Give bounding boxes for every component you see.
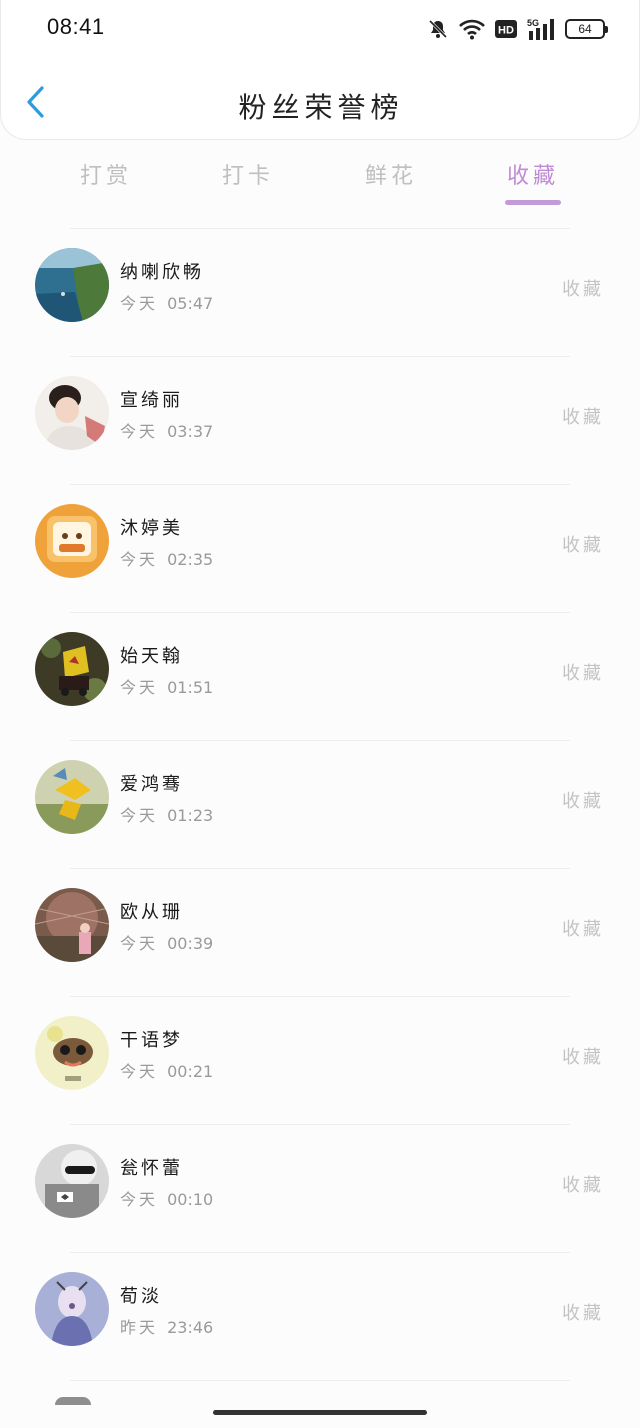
favorite-label: 收藏 (562, 791, 604, 812)
fan-time: 今天 00:21 (120, 1058, 213, 1082)
fan-name: 爱鸿骞 (120, 774, 183, 795)
avatar (35, 760, 109, 834)
favorite-label: 收藏 (562, 535, 604, 556)
bell-off-icon (427, 18, 449, 40)
fan-day: 今天 (120, 934, 159, 953)
fan-name: 沐婷美 (120, 518, 183, 539)
list-divider (70, 356, 570, 357)
signal-5g-icon: 5G (527, 17, 555, 41)
fan-time: 今天 05:47 (120, 290, 213, 314)
avatar (35, 1272, 109, 1346)
list-item[interactable]: 纳喇欣畅 今天 05:47 收藏 (0, 230, 640, 358)
list-divider (70, 612, 570, 613)
fan-clock: 00:21 (167, 1062, 214, 1081)
tab-flowers[interactable]: 鲜花 (331, 158, 451, 190)
home-indicator[interactable] (213, 1410, 427, 1415)
status-time: 08:41 (47, 14, 105, 39)
favorite-label: 收藏 (562, 1175, 604, 1196)
status-bar: 08:41 HD 5G 64 (1, 0, 640, 56)
page-title: 粉丝荣誉榜 (238, 91, 404, 124)
fan-day: 今天 (120, 422, 159, 441)
avatar (35, 1144, 109, 1218)
list-divider (70, 228, 570, 229)
fan-name: 瓮怀蕾 (120, 1158, 183, 1179)
list-item[interactable]: 干语梦 今天 00:21 收藏 (0, 998, 640, 1126)
fan-name: 始天翰 (120, 646, 183, 667)
list-divider (70, 1124, 570, 1125)
fan-clock: 03:37 (167, 422, 214, 441)
avatar (35, 632, 109, 706)
avatar (35, 888, 109, 962)
list-item[interactable]: 荀淡 昨天 23:46 收藏 (0, 1254, 640, 1382)
favorite-label: 收藏 (562, 407, 604, 428)
avatar (35, 504, 109, 578)
fan-clock: 01:23 (167, 806, 214, 825)
fan-day: 今天 (120, 678, 159, 697)
list-divider (70, 1380, 570, 1381)
favorite-label: 收藏 (562, 1303, 604, 1324)
tab-reward[interactable]: 打赏 (46, 158, 166, 190)
fan-clock: 23:46 (167, 1318, 214, 1337)
fan-time: 昨天 23:46 (120, 1314, 213, 1338)
fan-day: 昨天 (120, 1318, 159, 1337)
tab-bar: 打赏 打卡 鲜花 收藏 (0, 150, 640, 214)
fan-clock: 02:35 (167, 550, 214, 569)
fan-time: 今天 01:51 (120, 674, 213, 698)
fan-day: 今天 (120, 1062, 159, 1081)
wifi-icon (459, 18, 485, 40)
fan-day: 今天 (120, 294, 159, 313)
list-item[interactable]: 宣绮丽 今天 03:37 收藏 (0, 358, 640, 486)
fan-name: 宣绮丽 (120, 390, 183, 411)
favorite-label: 收藏 (562, 279, 604, 300)
list-divider (70, 484, 570, 485)
list-item[interactable]: 欧从珊 今天 00:39 收藏 (0, 870, 640, 998)
svg-text:HD: HD (498, 25, 514, 37)
list-item[interactable]: 沐婷美 今天 02:35 收藏 (0, 486, 640, 614)
fan-day: 今天 (120, 1190, 159, 1209)
avatar (35, 376, 109, 450)
fan-time: 今天 02:35 (120, 546, 213, 570)
fan-clock: 05:47 (167, 294, 214, 313)
list-divider (70, 1252, 570, 1253)
fan-clock: 00:39 (167, 934, 214, 953)
list-item[interactable]: 始天翰 今天 01:51 收藏 (0, 614, 640, 742)
fan-clock: 00:10 (167, 1190, 214, 1209)
fan-name: 干语梦 (120, 1030, 183, 1051)
header-card: 08:41 HD 5G 64 粉丝荣誉榜 (0, 0, 640, 140)
list-item[interactable]: 爱鸿骞 今天 01:23 收藏 (0, 742, 640, 870)
tab-checkin[interactable]: 打卡 (188, 158, 308, 190)
hd-icon: HD (495, 20, 517, 38)
fan-time: 今天 01:23 (120, 802, 213, 826)
next-avatar-partial (55, 1397, 91, 1405)
fan-clock: 01:51 (167, 678, 214, 697)
fan-name: 纳喇欣畅 (120, 262, 204, 283)
fan-day: 今天 (120, 550, 159, 569)
battery-indicator: 64 (565, 19, 608, 39)
nav-bar: 粉丝荣誉榜 (1, 64, 640, 140)
fans-honor-page: 08:41 HD 5G 64 粉丝荣誉榜 打赏 打卡 鲜花 收藏 纳喇欣畅 今天… (0, 0, 640, 1428)
tab-favorites[interactable]: 收藏 (473, 158, 593, 190)
fan-time: 今天 03:37 (120, 418, 213, 442)
svg-text:5G: 5G (527, 18, 539, 28)
favorite-label: 收藏 (562, 663, 604, 684)
list-divider (70, 740, 570, 741)
status-icons: HD 5G 64 (427, 16, 608, 42)
fan-name: 欧从珊 (120, 902, 183, 923)
fan-time: 今天 00:10 (120, 1186, 213, 1210)
fan-time: 今天 00:39 (120, 930, 213, 954)
fan-name: 荀淡 (120, 1286, 162, 1307)
list-divider (70, 868, 570, 869)
avatar (35, 1016, 109, 1090)
favorite-label: 收藏 (562, 919, 604, 940)
favorite-label: 收藏 (562, 1047, 604, 1068)
active-tab-indicator (505, 200, 561, 205)
list-item[interactable]: 瓮怀蕾 今天 00:10 收藏 (0, 1126, 640, 1254)
avatar (35, 248, 109, 322)
list-divider (70, 996, 570, 997)
fan-day: 今天 (120, 806, 159, 825)
